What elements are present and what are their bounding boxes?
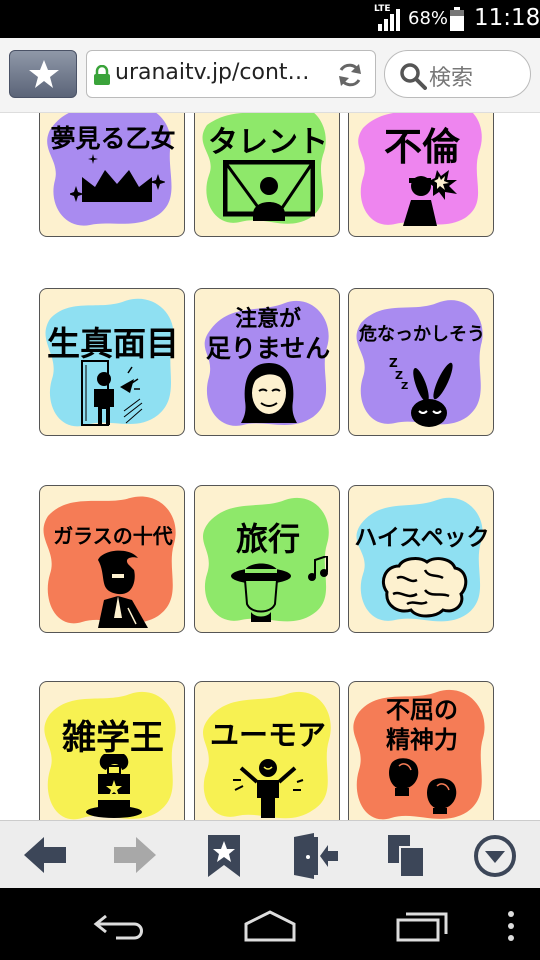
clock: 11:18 bbox=[474, 5, 540, 31]
search-box[interactable]: 検索 bbox=[384, 50, 531, 98]
fortune-card-travel[interactable]: 旅行 bbox=[194, 485, 340, 633]
woman-face-icon bbox=[241, 363, 297, 423]
overflow-icon[interactable] bbox=[505, 910, 517, 942]
svg-text:Z: Z bbox=[389, 356, 398, 370]
fortune-card-indomitable-spirit[interactable]: 不屈の 精神力 bbox=[348, 681, 494, 820]
fortune-card-trivia-king[interactable]: 雑学王 bbox=[39, 681, 185, 820]
fortune-card-affair[interactable]: 不倫 bbox=[348, 113, 494, 237]
search-placeholder: 検索 bbox=[429, 66, 474, 91]
fortune-card-careless[interactable]: 注意が 足りません bbox=[194, 288, 340, 436]
signal-icon bbox=[378, 9, 400, 31]
url-bar[interactable]: uranaitv.jp/cont… bbox=[86, 50, 376, 98]
forward-arrow-icon[interactable] bbox=[112, 833, 158, 877]
recent-apps-icon[interactable] bbox=[396, 910, 448, 942]
magic-hat-icon bbox=[86, 754, 142, 818]
menu-icon[interactable] bbox=[472, 833, 518, 879]
brain-icon bbox=[382, 557, 468, 618]
battery-icon bbox=[450, 7, 464, 31]
cheerful-man-icon bbox=[233, 759, 304, 818]
system-nav-bar bbox=[0, 888, 540, 960]
exit-icon[interactable] bbox=[292, 833, 340, 879]
card-label: 旅行 bbox=[235, 520, 300, 558]
fortune-card-risky[interactable]: 危なっかしそう Z Z Z bbox=[348, 288, 494, 436]
card-label: タレント bbox=[208, 125, 328, 160]
fortune-grid: 夢見る乙女 タレント 不倫 生真面目 注意が 足りません 危なっかしそう Z Z… bbox=[0, 113, 540, 820]
bookmark-star-button[interactable] bbox=[9, 50, 77, 98]
windows-icon[interactable] bbox=[386, 833, 426, 879]
door-man-icon bbox=[81, 360, 143, 426]
card-label-line2: 精神力 bbox=[386, 726, 458, 754]
hat-man-icon bbox=[231, 556, 328, 622]
greaser-icon bbox=[98, 550, 148, 628]
sleepy-rabbit-icon: Z Z Z bbox=[389, 356, 453, 427]
fortune-card-talent[interactable]: タレント bbox=[194, 113, 340, 237]
star-icon bbox=[29, 60, 59, 88]
card-label: ユーモア bbox=[209, 718, 326, 752]
card-label: 危なっかしそう bbox=[359, 324, 485, 345]
svg-text:Z: Z bbox=[401, 381, 408, 392]
card-label-line2: 足りません bbox=[205, 334, 331, 363]
fortune-card-glass-teens[interactable]: ガラスの十代 bbox=[39, 485, 185, 633]
tv-icon bbox=[223, 160, 315, 221]
home-icon[interactable] bbox=[242, 910, 298, 942]
url-text: uranaitv.jp/cont… bbox=[115, 60, 310, 85]
card-label: ガラスの十代 bbox=[53, 524, 173, 548]
back-icon[interactable] bbox=[92, 912, 148, 940]
fortune-card-high-spec[interactable]: ハイスペック bbox=[348, 485, 494, 633]
status-bar: LTE 68% 11:18 bbox=[0, 0, 540, 38]
secret-man-icon bbox=[403, 170, 457, 226]
crown-icon bbox=[70, 154, 165, 202]
card-label: 夢見る乙女 bbox=[50, 124, 176, 153]
browser-toolbar: uranaitv.jp/cont… 検索 bbox=[0, 38, 540, 113]
card-label: ハイスペック bbox=[354, 525, 490, 551]
fortune-card-humor[interactable]: ユーモア bbox=[194, 681, 340, 820]
fortune-card-serious[interactable]: 生真面目 bbox=[39, 288, 185, 436]
card-label: 不倫 bbox=[383, 125, 460, 169]
lock-icon bbox=[94, 65, 110, 85]
search-icon bbox=[400, 63, 427, 90]
bookmark-icon[interactable] bbox=[206, 833, 242, 879]
reload-icon[interactable] bbox=[335, 60, 365, 90]
back-arrow-icon[interactable] bbox=[22, 833, 68, 877]
battery-percent: 68% bbox=[408, 8, 449, 29]
card-label: 生真面目 bbox=[47, 324, 179, 363]
browser-bottom-bar bbox=[0, 820, 540, 889]
fortune-card-dreamy-maiden[interactable]: 夢見る乙女 bbox=[39, 113, 185, 237]
boxing-gloves-icon bbox=[389, 758, 457, 814]
